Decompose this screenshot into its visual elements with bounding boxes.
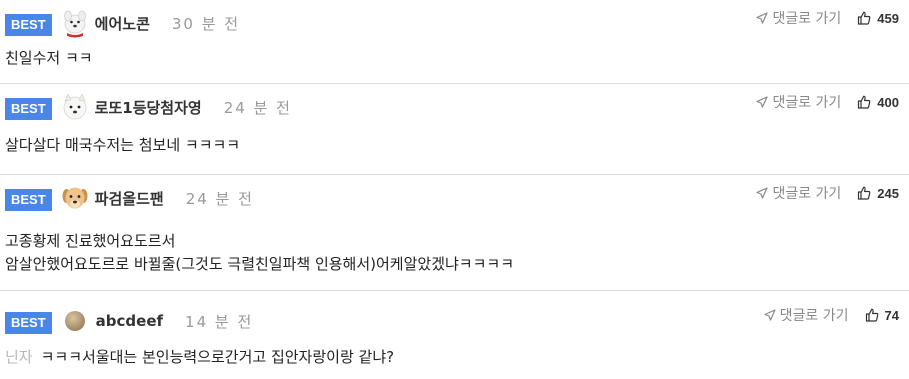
comment-time: 14 분 전 bbox=[185, 312, 254, 331]
like-button[interactable]: 459 bbox=[857, 11, 899, 26]
best-badge: BEST bbox=[5, 189, 52, 211]
comment-text: 친일수저 ㅋㅋ bbox=[5, 49, 93, 67]
comment-text: 살다살다 매국수저는 첨보네 ㅋㅋㅋㅋ bbox=[5, 136, 241, 154]
comment-item: BEST abcdeef 14 분 전 댓글로 가기 74 닌자 ㅋㅋㅋ서울대는… bbox=[0, 291, 909, 379]
comment-author[interactable]: 에어노콘 bbox=[95, 13, 150, 34]
go-to-reply-link[interactable]: 댓글로 가기 bbox=[756, 92, 841, 112]
golden-puppy-icon[interactable] bbox=[60, 183, 90, 213]
like-count: 245 bbox=[877, 185, 899, 201]
best-badge: BEST bbox=[5, 14, 52, 36]
comment-body: 닌자 ㅋㅋㅋ서울대는 본인능력으로간거고 집안자랑이랑 같냐? bbox=[5, 346, 394, 369]
comment-actions: 댓글로 가기 74 bbox=[764, 305, 899, 325]
white-dog-red-collar-icon[interactable] bbox=[60, 8, 90, 38]
comment-text-content: ㅋㅋㅋ서울대는 본인능력으로간거고 집안자랑이랑 같냐? bbox=[40, 348, 395, 366]
send-arrow-icon bbox=[764, 309, 776, 321]
comment-body: 살다살다 매국수저는 첨보네 ㅋㅋㅋㅋ bbox=[5, 134, 240, 157]
white-dog-face-icon[interactable] bbox=[60, 92, 90, 122]
comment-actions: 댓글로 가기 245 bbox=[756, 183, 899, 203]
comment-item: BEST 파검올드팬 24 분 전 댓글로 가기 245 고종황제 진료했어요도… bbox=[0, 175, 909, 291]
thumbs-up-icon bbox=[858, 11, 871, 25]
go-to-reply-link[interactable]: 댓글로 가기 bbox=[756, 183, 841, 203]
comment-item: BEST 에어노콘 30 분 전 댓글로 가기 459 친일수저 ㅋㅋ bbox=[0, 0, 909, 84]
thumbs-up-icon bbox=[865, 308, 878, 322]
comment-time: 30 분 전 bbox=[171, 14, 241, 33]
like-button[interactable]: 74 bbox=[865, 308, 899, 323]
reply-label: 댓글로 가기 bbox=[772, 95, 842, 111]
comment-author[interactable]: 로또1등당첨자영 bbox=[95, 97, 202, 118]
thumbs-up-icon bbox=[858, 95, 871, 109]
comment-text-line: 암살안했어요도르로 바뀔줄(그것도 극렬친일파책 인용해서)어케알았겠냐ㅋㅋㅋㅋ bbox=[5, 255, 515, 273]
comment-header: BEST 로또1등당첨자영 24 분 전 bbox=[5, 92, 292, 122]
comment-header: BEST 파검올드팬 24 분 전 bbox=[5, 185, 254, 211]
comment-time: 24 분 전 bbox=[223, 98, 292, 117]
best-badge: BEST bbox=[5, 312, 52, 334]
comment-header: BEST 에어노콘 30 분 전 bbox=[5, 8, 241, 38]
comment-body: 친일수저 ㅋㅋ bbox=[5, 47, 93, 70]
go-to-reply-link[interactable]: 댓글로 가기 bbox=[756, 8, 841, 28]
comment-author[interactable]: abcdeef bbox=[96, 312, 163, 330]
comment-time: 24 분 전 bbox=[185, 189, 254, 208]
quoted-prefix: 닌자 bbox=[5, 348, 33, 366]
comment-actions: 댓글로 가기 400 bbox=[756, 92, 899, 112]
reply-label: 댓글로 가기 bbox=[772, 186, 842, 202]
like-count: 74 bbox=[884, 307, 899, 323]
comment-item: BEST 로또1등당첨자영 24 분 전 댓글로 가기 400 살다살다 매국수… bbox=[0, 84, 909, 175]
like-button[interactable]: 400 bbox=[857, 95, 899, 110]
comment-text: 닌자 ㅋㅋㅋ서울대는 본인능력으로간거고 집안자랑이랑 같냐? bbox=[5, 346, 394, 369]
send-arrow-icon bbox=[756, 96, 769, 108]
like-button[interactable]: 245 bbox=[857, 186, 899, 201]
send-arrow-icon bbox=[756, 187, 769, 199]
comment-header: BEST abcdeef 14 분 전 bbox=[5, 308, 253, 334]
thumbs-up-icon bbox=[858, 186, 871, 200]
like-count: 459 bbox=[877, 10, 899, 26]
best-badge: BEST bbox=[5, 98, 52, 120]
send-arrow-icon bbox=[756, 12, 769, 24]
go-to-reply-link[interactable]: 댓글로 가기 bbox=[764, 305, 849, 325]
brown-circle-avatar-icon[interactable] bbox=[64, 310, 86, 332]
comment-actions: 댓글로 가기 459 bbox=[756, 8, 899, 28]
reply-label: 댓글로 가기 bbox=[772, 11, 842, 27]
comment-text-line: 고종황제 진료했어요도르서 bbox=[5, 232, 176, 250]
comment-body: 고종황제 진료했어요도르서 암살안했어요도르로 바뀔줄(그것도 극렬친일파책 인… bbox=[5, 230, 514, 276]
reply-label: 댓글로 가기 bbox=[779, 308, 849, 324]
like-count: 400 bbox=[877, 94, 899, 110]
comment-author[interactable]: 파검올드팬 bbox=[95, 188, 164, 209]
